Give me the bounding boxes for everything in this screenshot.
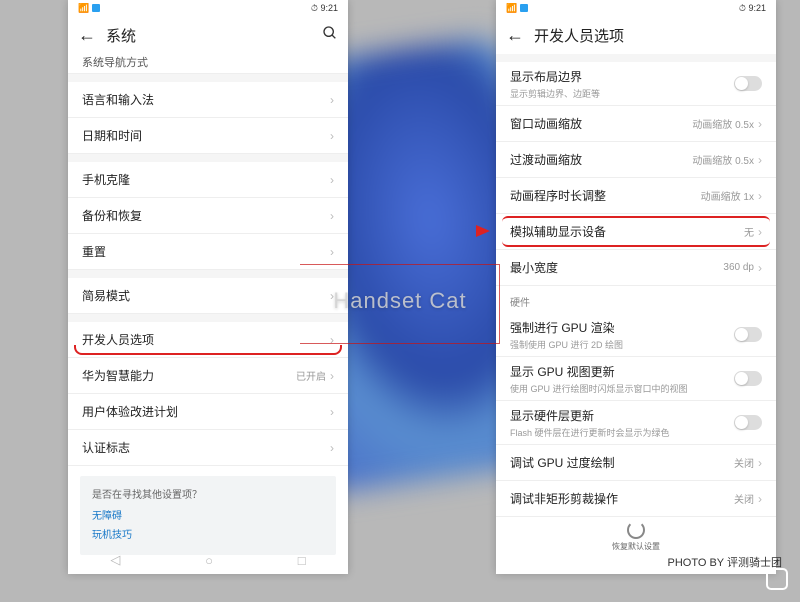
row-min-width[interactable]: 最小宽度360 dp › [496, 250, 776, 286]
photo-credit: PHOTO BY 评测骑士团 [667, 554, 782, 570]
chevron-right-icon: › [330, 441, 334, 455]
row-simple-mode[interactable]: 简易模式› [68, 278, 348, 314]
row-hw-layer-updates[interactable]: 显示硬件层更新Flash 硬件层在进行更新时会显示为绿色 [496, 401, 776, 445]
chevron-right-icon: › [330, 173, 334, 187]
row-nav-mode[interactable]: 系统导航方式 [68, 54, 348, 74]
toggle-switch[interactable] [734, 327, 762, 342]
row-certification[interactable]: 认证标志› [68, 430, 348, 466]
chevron-right-icon: › [758, 117, 762, 131]
page-title: 开发人员选项 [534, 25, 766, 46]
tips-card: 是否在寻找其他设置项？ 无障碍 玩机技巧 [80, 476, 336, 555]
page-title: 系统 [106, 25, 312, 46]
chevron-right-icon: › [758, 261, 762, 275]
reset-defaults-button[interactable]: 恢复默认设置 [606, 521, 666, 552]
tips-link-tricks[interactable]: 玩机技巧 [92, 526, 324, 541]
row-transition-anim[interactable]: 过渡动画缩放动画缩放 0.5x › [496, 142, 776, 178]
nav-recent-icon[interactable]: □ [298, 553, 306, 568]
chevron-right-icon: › [758, 189, 762, 203]
chevron-right-icon: › [330, 93, 334, 107]
toggle-switch[interactable] [734, 371, 762, 386]
section-header-hardware: 硬件 [496, 286, 776, 313]
status-time: ⏱ 9:21 [739, 3, 766, 14]
row-language[interactable]: 语言和输入法› [68, 82, 348, 118]
tips-link-accessibility[interactable]: 无障碍 [92, 507, 324, 522]
annotation-highlight [502, 216, 770, 247]
phone-system-settings: 📶 ⏱ 9:21 ← 系统 系统导航方式 语言和输入法› 日期和时间› 手机克隆… [68, 0, 348, 574]
watermark-logo [766, 568, 788, 590]
toggle-switch[interactable] [734, 415, 762, 430]
android-nav-bar: ◁ ○ □ [68, 546, 348, 574]
chevron-right-icon: › [330, 405, 334, 419]
chevron-right-icon: › [758, 492, 762, 506]
nav-home-icon[interactable]: ○ [205, 553, 213, 568]
row-huawei-ai[interactable]: 华为智慧能力已开启 › [68, 358, 348, 394]
back-icon[interactable]: ← [506, 25, 524, 46]
row-ux-plan[interactable]: 用户体验改进计划› [68, 394, 348, 430]
row-datetime[interactable]: 日期和时间› [68, 118, 348, 154]
back-icon[interactable]: ← [78, 25, 96, 46]
phone-developer-options: 📶 ⏱ 9:21 ← 开发人员选项 显示布局边界显示剪辑边界、边距等 窗口动画缩… [496, 0, 776, 574]
toggle-switch[interactable] [734, 76, 762, 91]
header: ← 系统 [68, 16, 348, 54]
annotation-highlight [74, 345, 342, 355]
status-bar: 📶 ⏱ 9:21 [496, 0, 776, 16]
row-backup[interactable]: 备份和恢复› [68, 198, 348, 234]
annotation-arrow-icon [476, 225, 490, 237]
camera-icon [766, 568, 788, 590]
chevron-right-icon: › [330, 209, 334, 223]
status-left-icons: 📶 [506, 3, 528, 14]
row-developer-options[interactable]: 开发人员选项› [68, 322, 348, 358]
nav-back-icon[interactable]: ◁ [110, 552, 120, 568]
row-layout-bounds[interactable]: 显示布局边界显示剪辑边界、边距等 [496, 62, 776, 106]
row-force-gpu[interactable]: 强制进行 GPU 渲染强制使用 GPU 进行 2D 绘图 [496, 313, 776, 357]
row-phone-clone[interactable]: 手机克隆› [68, 162, 348, 198]
chevron-right-icon: › [758, 153, 762, 167]
search-icon[interactable] [322, 25, 338, 46]
row-simulate-secondary-display[interactable]: 模拟辅助显示设备无 › [496, 214, 776, 250]
loading-spinner-icon [627, 521, 645, 539]
chevron-right-icon: › [330, 369, 334, 383]
chevron-right-icon: › [758, 456, 762, 470]
row-gpu-view-updates[interactable]: 显示 GPU 视图更新使用 GPU 进行绘图时闪烁显示窗口中的视图 [496, 357, 776, 401]
status-time: ⏱ 9:21 [311, 3, 338, 14]
status-bar: 📶 ⏱ 9:21 [68, 0, 348, 16]
row-window-anim[interactable]: 窗口动画缩放动画缩放 0.5x › [496, 106, 776, 142]
row-reset[interactable]: 重置› [68, 234, 348, 270]
header: ← 开发人员选项 [496, 16, 776, 54]
tips-question: 是否在寻找其他设置项？ [92, 486, 324, 501]
chevron-right-icon: › [330, 129, 334, 143]
status-left-icons: 📶 [78, 3, 100, 14]
row-animator-duration[interactable]: 动画程序时长调整动画缩放 1x › [496, 178, 776, 214]
row-gpu-overdraw[interactable]: 调试 GPU 过度绘制关闭 › [496, 445, 776, 481]
chevron-right-icon: › [330, 289, 334, 303]
chevron-right-icon: › [330, 245, 334, 259]
row-non-rect-clip[interactable]: 调试非矩形剪裁操作关闭 › [496, 481, 776, 517]
